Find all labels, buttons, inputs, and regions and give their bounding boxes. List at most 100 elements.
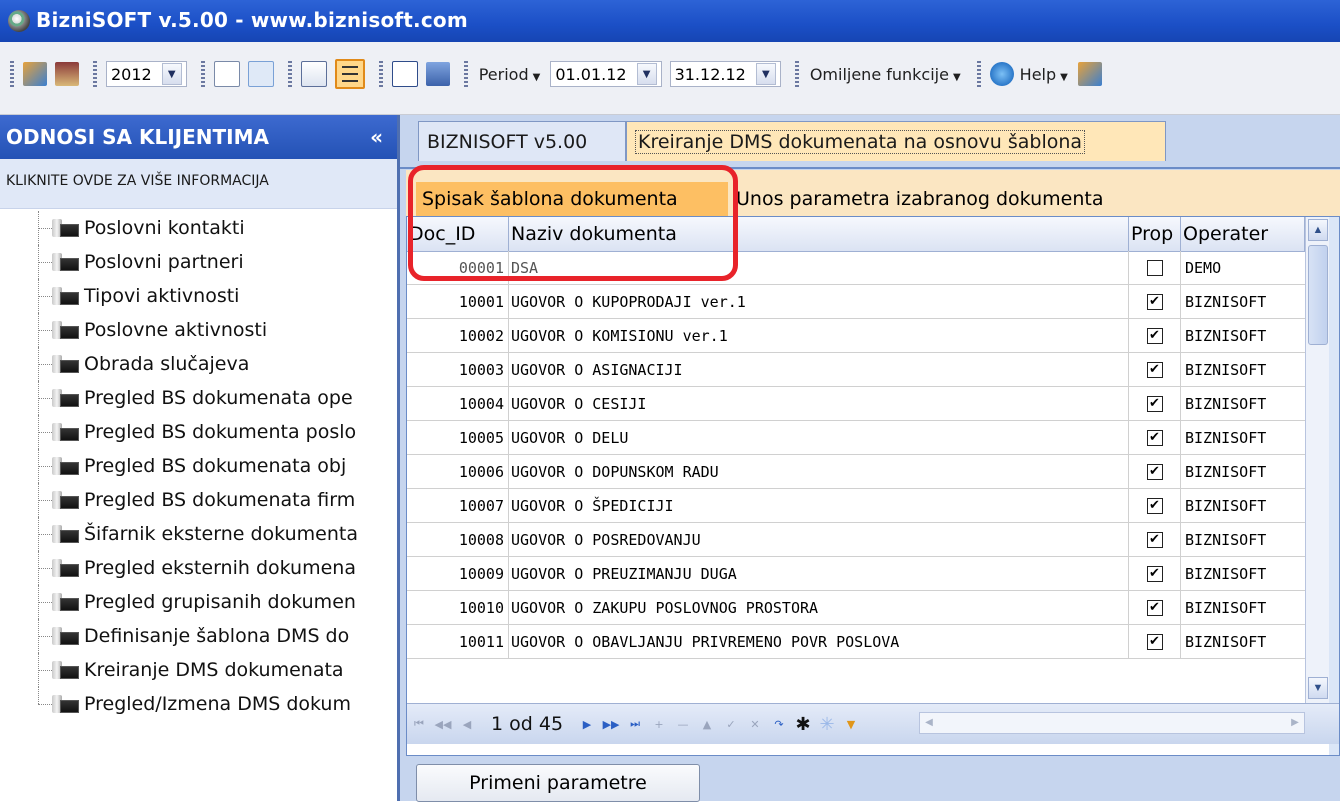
tab-template-list[interactable]: Spisak šablona dokumenta (416, 182, 728, 216)
tree-item[interactable]: Pregled BS dokumenata obj (0, 449, 397, 483)
toolbar-grip[interactable] (463, 61, 468, 87)
collapse-icon[interactable]: « (370, 125, 383, 149)
toolbar-grip[interactable] (976, 61, 981, 87)
next-record-icon[interactable]: ▶ (578, 715, 596, 733)
add-icon[interactable]: + (650, 715, 668, 733)
column-header-doc-id[interactable]: Doc_ID (407, 217, 509, 251)
tree-item[interactable]: Pregled/Izmena DMS dokum (0, 687, 397, 721)
edit-icon[interactable]: ▲ (698, 715, 716, 733)
column-header-prop[interactable]: Prop (1129, 217, 1181, 251)
table-row[interactable]: 10002 UGOVOR O KOMISIONU ver.1 ✔ BIZNISO… (407, 319, 1307, 353)
table-row[interactable]: 10008 UGOVOR O POSREDOVANJU ✔ BIZNISOFT (407, 523, 1307, 557)
table-row[interactable]: 10007 UGOVOR O ŠPEDICIJI ✔ BIZNISOFT (407, 489, 1307, 523)
tree-item[interactable]: Pregled BS dokumenata ope (0, 381, 397, 415)
scroll-thumb[interactable] (1308, 245, 1328, 345)
tab-parameter-entry[interactable]: Unos parametra izabranog dokumenta (736, 182, 1103, 216)
cancel-icon[interactable]: ✕ (746, 715, 764, 733)
book-icon[interactable] (55, 62, 79, 86)
table-row[interactable]: 10006 UGOVOR O DOPUNSKOM RADU ✔ BIZNISOF… (407, 455, 1307, 489)
tree-item[interactable]: Šifarnik eksterne dokumenta (0, 517, 397, 551)
scroll-up-icon[interactable]: ▲ (1308, 219, 1328, 241)
refresh-icon[interactable]: ↷ (770, 715, 788, 733)
chevron-down-icon[interactable]: ▼ (755, 63, 776, 85)
chevron-down-icon[interactable]: ▼ (636, 63, 657, 85)
list-view-icon[interactable] (334, 59, 365, 89)
first-page-icon[interactable]: ⏮ (410, 715, 428, 733)
table-row[interactable]: 10005 UGOVOR O DELU ✔ BIZNISOFT (407, 421, 1307, 455)
table-row[interactable]: 10004 UGOVOR O CESIJI ✔ BIZNISOFT (407, 387, 1307, 421)
toolbar-grip[interactable] (287, 61, 292, 87)
checkbox[interactable]: ✔ (1146, 498, 1163, 514)
clear-star-icon[interactable]: ✳ (818, 714, 836, 735)
year-select[interactable]: 2012 ▼ (106, 61, 187, 87)
toolbar-grip[interactable] (794, 61, 799, 87)
table-row[interactable]: 10001 UGOVOR O KUPOPRODAJI ver.1 ✔ BIZNI… (407, 285, 1307, 319)
toolbar-grip[interactable] (200, 61, 205, 87)
scroll-down-icon[interactable]: ▼ (1308, 677, 1328, 699)
tab-biznisoft[interactable]: BIZNISOFT v5.00 (418, 121, 626, 161)
apply-parameters-button[interactable]: Primeni parametre (416, 764, 700, 802)
documents-icon[interactable] (300, 61, 327, 87)
previous-record-icon[interactable]: ◀ (458, 715, 476, 733)
tree-item[interactable]: Definisanje šablona DMS do (0, 619, 397, 653)
refresh-icon[interactable] (247, 61, 274, 87)
next-page-icon[interactable]: ▶▶ (602, 715, 620, 733)
last-page-icon[interactable]: ⏭ (626, 715, 644, 733)
date-from-picker[interactable]: 01.01.12 ▼ (550, 61, 662, 87)
period-menu[interactable]: Period ▼ (479, 65, 541, 84)
table-row[interactable]: 10003 UGOVOR O ASIGNACIJI ✔ BIZNISOFT (407, 353, 1307, 387)
checkbox[interactable]: ✔ (1146, 532, 1163, 548)
column-header-operator[interactable]: Operater (1181, 217, 1305, 251)
tree-item[interactable]: Poslovni partneri (0, 245, 397, 279)
date-from-value: 01.01.12 (555, 64, 627, 84)
help-menu[interactable]: Help ▼ (1020, 65, 1068, 84)
favorites-menu[interactable]: Omiljene funkcije ▼ (810, 65, 961, 84)
star-icon[interactable]: ✱ (794, 714, 812, 735)
toolbar-grip[interactable] (378, 61, 383, 87)
horizontal-scrollbar[interactable]: ◀ ▶ (919, 712, 1305, 734)
checkbox[interactable]: ✔ (1146, 328, 1163, 344)
org-chart-icon[interactable] (213, 61, 240, 87)
checkbox[interactable] (1146, 260, 1163, 276)
tree-item[interactable]: Poslovne aktivnosti (0, 313, 397, 347)
checkbox[interactable]: ✔ (1146, 430, 1163, 446)
tree-item[interactable]: Obrada slučajeva (0, 347, 397, 381)
checkbox[interactable]: ✔ (1146, 396, 1163, 412)
previous-page-icon[interactable]: ◀◀ (434, 715, 452, 733)
checkbox[interactable]: ✔ (1146, 566, 1163, 582)
users-icon[interactable] (23, 62, 47, 86)
scroll-right-icon[interactable]: ▶ (1286, 713, 1304, 733)
scroll-left-icon[interactable]: ◀ (920, 713, 938, 733)
help-icon[interactable] (989, 62, 1014, 86)
table-row[interactable]: 10011 UGOVOR O OBAVLJANJU PRIVREMENO POV… (407, 625, 1307, 659)
vertical-scrollbar[interactable]: ▲ ▼ (1305, 217, 1330, 703)
tab-create-dms[interactable]: Kreiranje DMS dokumenata na osnovu šablo… (626, 121, 1166, 161)
tree-item[interactable]: Pregled BS dokumenta poslo (0, 415, 397, 449)
tree-item[interactable]: Pregled grupisanih dokumen (0, 585, 397, 619)
table-row[interactable]: 00001 DSA DEMO (407, 251, 1307, 285)
checkbox[interactable]: ✔ (1146, 634, 1163, 650)
toolbar-grip[interactable] (10, 61, 14, 87)
save-icon[interactable] (425, 62, 450, 86)
tree-item[interactable]: Pregled BS dokumenata firm (0, 483, 397, 517)
checkbox[interactable]: ✔ (1146, 294, 1163, 310)
filter-icon[interactable]: ▼ (842, 715, 860, 733)
column-header-name[interactable]: Naziv dokumenta (509, 217, 1129, 251)
checkbox[interactable]: ✔ (1146, 362, 1163, 378)
tree-item[interactable]: Pregled eksternih dokumena (0, 551, 397, 585)
table-row[interactable]: 10009 UGOVOR O PREUZIMANJU DUGA ✔ BIZNIS… (407, 557, 1307, 591)
users-icon[interactable] (1077, 62, 1102, 86)
remove-icon[interactable]: — (674, 715, 692, 733)
confirm-icon[interactable]: ✓ (722, 715, 740, 733)
table-icon[interactable] (391, 61, 418, 87)
table-row[interactable]: 10010 UGOVOR O ZAKUPU POSLOVNOG PROSTORA… (407, 591, 1307, 625)
more-info-link[interactable]: KLIKNITE OVDE ZA VIŠE INFORMACIJA (0, 159, 397, 209)
tree-item[interactable]: Poslovni kontakti (0, 211, 397, 245)
date-to-picker[interactable]: 31.12.12 ▼ (669, 61, 781, 87)
checkbox[interactable]: ✔ (1146, 464, 1163, 480)
chevron-down-icon[interactable]: ▼ (161, 63, 182, 85)
tree-item[interactable]: Tipovi aktivnosti (0, 279, 397, 313)
checkbox[interactable]: ✔ (1146, 600, 1163, 616)
toolbar-grip[interactable] (93, 61, 97, 87)
tree-item[interactable]: Kreiranje DMS dokumenata (0, 653, 397, 687)
